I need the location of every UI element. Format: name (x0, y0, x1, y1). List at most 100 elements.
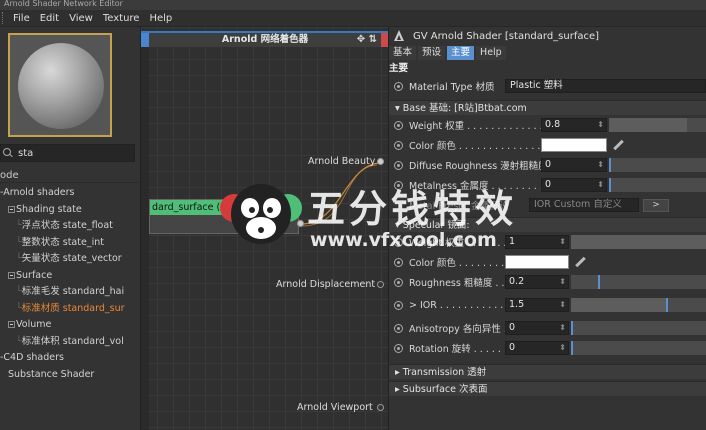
tree-item[interactable]: Shading state (0, 202, 141, 219)
tree-item-label: -C4D shaders (0, 352, 64, 363)
base-color-swatch[interactable] (541, 138, 607, 152)
tab-help[interactable]: Help (476, 46, 506, 60)
tree-item[interactable]: └标准材质 standard_sur (0, 301, 141, 318)
tree-item[interactable]: └标准毛发 standard_hai (0, 284, 141, 301)
tree-item[interactable]: -C4D shaders (0, 350, 141, 367)
spec-color-swatch[interactable] (505, 255, 569, 269)
output-beauty-port[interactable] (377, 158, 384, 165)
eyedropper-icon[interactable] (574, 256, 586, 268)
slider-mark (609, 178, 611, 192)
radio-icon[interactable] (394, 300, 403, 310)
rotation-slider[interactable] (571, 341, 706, 355)
collapse-toggle-icon[interactable] (8, 321, 15, 328)
metalness-input[interactable]: 0 (541, 178, 607, 192)
tree-item-label: Substance Shader (8, 368, 95, 380)
base-color-row: Color 颜色 . . . . . . . . . . . . . . . > (389, 135, 706, 155)
spec-weight-slider[interactable] (571, 235, 706, 249)
base-weight-label: Weight 权重 . . . . . . . . . . . . . . . (409, 121, 541, 132)
spec-weight-input[interactable]: 1 (505, 235, 569, 249)
radio-icon[interactable] (394, 140, 403, 150)
menu-texture[interactable]: Texture (98, 10, 145, 27)
anisotropy-input[interactable]: 0 (505, 321, 569, 335)
attributes-header: GV Arnold Shader [standard_surface] (389, 27, 706, 45)
radio-icon[interactable] (394, 120, 403, 130)
tab-preset[interactable]: 预设 (418, 46, 446, 60)
radio-icon[interactable] (394, 323, 403, 333)
material-type-select[interactable]: Plastic 塑料 (505, 79, 706, 93)
subsurface-group-header[interactable]: ▸ Subsurface 次表面 (389, 381, 706, 396)
tree-item-label: 整数状态 state_int (21, 236, 104, 248)
tree-item-label: 标准体积 standard_vol (21, 335, 124, 347)
base-group-header[interactable]: ▾ Base 基础: [R站]Btbat.com (389, 100, 706, 115)
collapse-toggle-icon[interactable] (8, 271, 15, 279)
spec-roughness-input[interactable]: 0.2 (505, 275, 569, 289)
tree-item[interactable]: └矢量状态 state_vector (0, 251, 141, 268)
radio-icon[interactable] (394, 277, 403, 287)
base-weight-row: Weight 权重 . . . . . . . . . . . . . . . … (389, 115, 706, 135)
tree-header: ode (0, 169, 141, 183)
menu-bar: File Edit View Texture Help (0, 10, 706, 27)
menu-edit[interactable]: Edit (35, 10, 64, 27)
metalness-slider[interactable] (609, 178, 706, 192)
output-viewport-port[interactable] (377, 404, 384, 411)
search-field[interactable]: sta (0, 144, 135, 162)
menu-file[interactable]: File (8, 10, 35, 27)
diffuse-roughness-slider[interactable] (609, 158, 706, 172)
base-weight-slider[interactable] (609, 118, 706, 132)
diffuse-roughness-row: Diffuse Roughness 漫射粗糙度 0 (389, 155, 706, 175)
attribute-tabs: 基本 预设 主要 Help (389, 45, 706, 61)
base-color-label: Color 颜色 . . . . . . . . . . . . . . . > (409, 141, 541, 152)
base-weight-input[interactable]: 0.8 (541, 118, 607, 132)
rotation-input[interactable]: 0 (505, 341, 569, 355)
spec-color-row: Color 颜色 . . . . . . . . . . . . . . . (389, 252, 706, 272)
collapse-toggle-icon[interactable] (8, 205, 15, 213)
radio-icon[interactable] (394, 343, 403, 353)
output-displacement-label: Arnold Displacement (276, 279, 376, 290)
anisotropy-row: Anisotropy 各向异性 . . . . . . . . 0 (389, 318, 706, 338)
slider-fill (571, 235, 706, 249)
tree-item[interactable]: Substance Shader (0, 367, 141, 384)
shader-tree: -Arnold shaders Shading state └浮点状态 state_… (0, 185, 141, 383)
tree-item[interactable]: └标准体积 standard_vol (0, 334, 141, 351)
watermark-url: www.vfxcool.com (310, 229, 497, 251)
menu-view[interactable]: View (64, 10, 98, 27)
ior-input[interactable]: 1.5 (505, 298, 569, 312)
tab-basic[interactable]: 基本 (389, 46, 417, 60)
watermark-brand: 五分钱特效 (307, 187, 518, 231)
radio-icon[interactable] (394, 81, 403, 91)
material-preview (8, 33, 112, 137)
window-title: Arnold Shader Network Editor (0, 0, 706, 10)
output-beauty-label: Arnold Beauty (308, 156, 376, 167)
tree-item-label: Volume (16, 319, 52, 330)
metal-preset-select[interactable]: IOR Custom 自定义 (529, 198, 639, 212)
slider-mark (598, 275, 600, 289)
preview-sphere (18, 43, 104, 129)
anisotropy-label: Anisotropy 各向异性 . . . . . . . . (409, 324, 505, 335)
spec-roughness-row: Roughness 粗糙度 . . . . . . . . . . 0.2 (389, 272, 706, 292)
slider-fill (609, 118, 687, 132)
tree-item[interactable]: -Arnold shaders (0, 185, 141, 202)
tab-main[interactable]: 主要 (447, 46, 475, 60)
spec-roughness-slider[interactable] (571, 275, 706, 289)
tree-item[interactable]: └整数状态 state_int (0, 235, 141, 252)
slider-mark (571, 321, 573, 335)
diffuse-roughness-input[interactable]: 0 (541, 158, 607, 172)
radio-icon[interactable] (394, 160, 403, 170)
slider-fill (571, 298, 666, 312)
radio-icon[interactable] (394, 257, 403, 267)
tree-item[interactable]: └浮点状态 state_float (0, 218, 141, 235)
search-input[interactable]: sta (18, 148, 33, 159)
menu-help[interactable]: Help (144, 10, 177, 27)
metal-preset-button[interactable]: > (643, 198, 669, 212)
tree-item[interactable]: Volume (0, 317, 141, 334)
material-type-label: Material Type 材质 (409, 82, 495, 93)
output-viewport-label: Arnold Viewport (297, 402, 373, 413)
ior-slider[interactable] (571, 298, 706, 312)
spec-color-label: Color 颜色 . . . . . . . . . . . . . . . (409, 258, 505, 269)
anisotropy-slider[interactable] (571, 321, 706, 335)
transmission-group-header[interactable]: ▸ Transmission 透射 (389, 364, 706, 379)
tree-item[interactable]: Surface (0, 268, 141, 285)
eyedropper-icon[interactable] (612, 139, 624, 151)
output-displacement-port[interactable] (377, 281, 384, 288)
ior-label: > IOR . . . . . . . . . . . . . . . . . … (409, 299, 505, 311)
